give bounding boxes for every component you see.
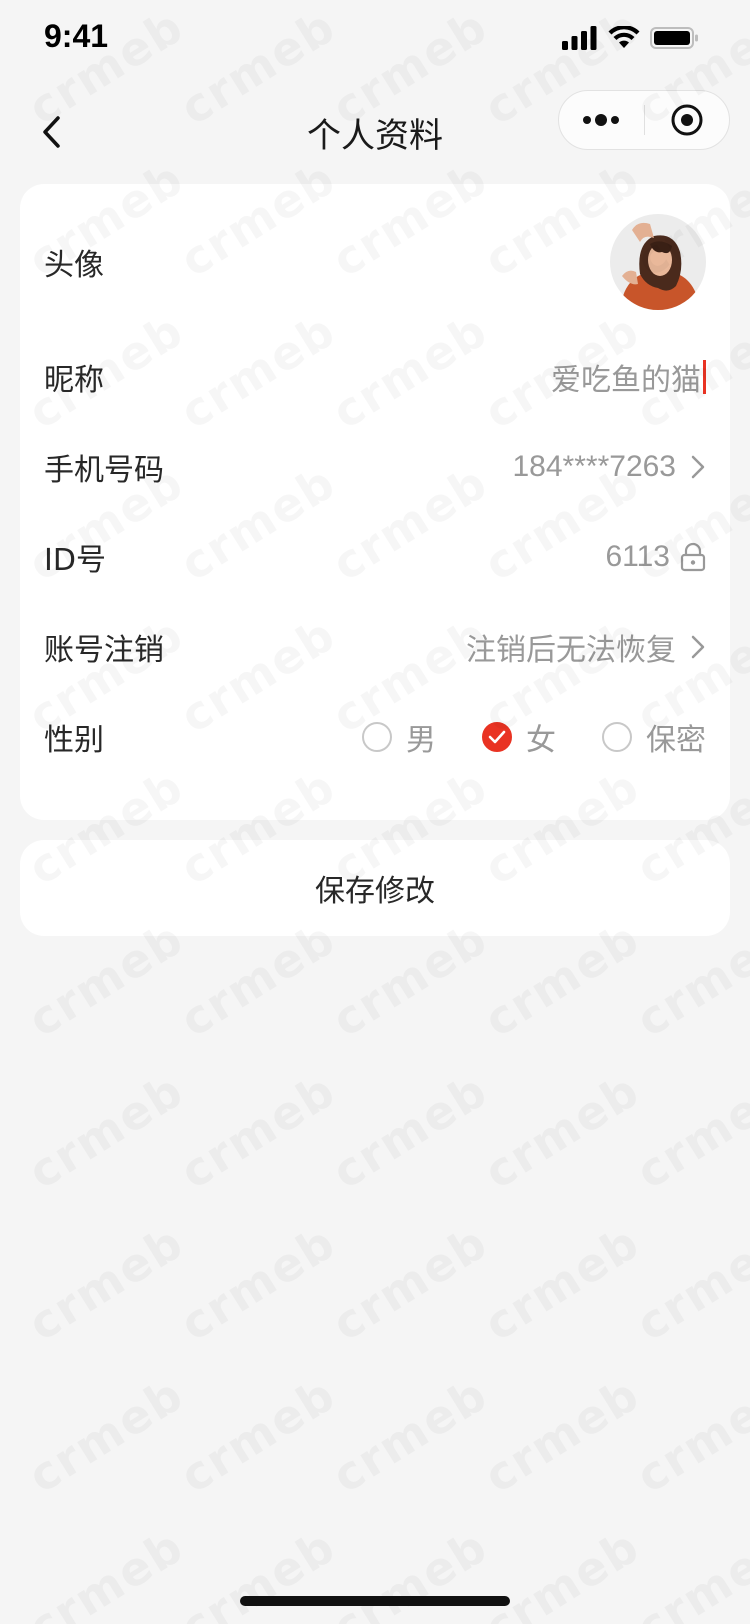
watermark-text: crmeb xyxy=(171,1519,345,1624)
status-time: 9:41 xyxy=(44,18,109,54)
watermark-text: crmeb xyxy=(323,1519,497,1624)
gender-option-female[interactable]: 女 xyxy=(482,715,556,759)
gender-option-label: 男 xyxy=(406,723,436,758)
id-value: 6113 xyxy=(605,540,670,573)
target-circle-icon xyxy=(671,104,703,136)
more-dots-icon xyxy=(583,114,620,126)
watermark-text: crmeb xyxy=(323,1367,497,1504)
nickname-field-wrap: 爱吃鱼的猫 xyxy=(551,355,706,399)
watermark-text: crmeb xyxy=(475,1367,649,1504)
gender-radio-group: 男 女 保密 xyxy=(362,715,706,759)
phone-row[interactable]: 手机号码 184****7263 xyxy=(20,422,730,512)
watermark-text: crmeb xyxy=(19,1367,193,1504)
avatar-label: 头像 xyxy=(44,248,104,283)
watermark-text: crmeb xyxy=(475,1063,649,1200)
phone-value: 184****7263 xyxy=(512,450,677,483)
nav-bar: 个人资料 xyxy=(0,88,750,176)
status-icons xyxy=(562,26,700,50)
watermark-text: crmeb xyxy=(171,1215,345,1352)
watermark-text: crmeb xyxy=(19,1215,193,1352)
gender-option-label: 女 xyxy=(526,723,556,758)
profile-screen: 9:41 个人资料 头像 昵称 爱吃鱼的猫 手机号码 184****7263 I… xyxy=(0,0,750,1624)
text-cursor xyxy=(703,360,706,394)
nickname-row: 昵称 爱吃鱼的猫 xyxy=(20,332,730,422)
chevron-right-icon xyxy=(691,635,705,659)
phone-right: 184****7263 xyxy=(513,450,707,484)
watermark-text: crmeb xyxy=(171,1063,345,1200)
nickname-field[interactable]: 爱吃鱼的猫 xyxy=(551,355,701,399)
watermark-text: crmeb xyxy=(19,1519,193,1624)
more-button[interactable] xyxy=(559,91,644,149)
watermark-text: crmeb xyxy=(171,1367,345,1504)
chevron-right-icon xyxy=(691,455,705,479)
avatar[interactable] xyxy=(610,214,706,310)
checkmark-icon xyxy=(488,730,506,744)
radio-checked-icon xyxy=(482,722,512,752)
watermark-text: crmeb xyxy=(475,1519,649,1624)
gender-option-secret[interactable]: 保密 xyxy=(602,715,706,759)
gender-option-label: 保密 xyxy=(646,723,706,758)
id-right: 6113 xyxy=(605,540,706,574)
account-cancel-value: 注销后无法恢复 xyxy=(466,633,676,668)
avatar-row[interactable]: 头像 xyxy=(20,208,730,316)
save-button[interactable]: 保存修改 xyxy=(20,840,730,936)
nickname-label: 昵称 xyxy=(44,363,104,398)
account-cancel-right: 注销后无法恢复 xyxy=(466,625,706,669)
watermark-text: crmeb xyxy=(323,1215,497,1352)
watermark-text: crmeb xyxy=(627,1519,750,1624)
gender-row: 性别 男 女 保密 xyxy=(20,692,730,782)
account-cancel-label: 账号注销 xyxy=(44,633,164,668)
id-label: ID号 xyxy=(44,543,106,578)
lock-icon xyxy=(680,542,706,572)
account-cancel-row[interactable]: 账号注销 注销后无法恢复 xyxy=(20,602,730,692)
profile-card: 头像 昵称 爱吃鱼的猫 手机号码 184****7263 ID号 6113 账号… xyxy=(20,184,730,820)
status-bar: 9:41 xyxy=(0,0,750,88)
radio-unchecked-icon xyxy=(362,722,392,752)
watermark-text: crmeb xyxy=(323,1063,497,1200)
watermark-text: crmeb xyxy=(627,1063,750,1200)
signal-icon xyxy=(562,26,597,50)
wifi-icon xyxy=(608,26,640,48)
watermark-text: crmeb xyxy=(19,1063,193,1200)
close-miniprogram-button[interactable] xyxy=(645,91,730,149)
watermark-text: crmeb xyxy=(627,1215,750,1352)
id-row: ID号 6113 xyxy=(20,512,730,602)
mini-program-capsule xyxy=(558,90,730,150)
watermark-text: crmeb xyxy=(627,1367,750,1504)
gender-option-male[interactable]: 男 xyxy=(362,715,436,759)
battery-icon xyxy=(650,27,698,49)
gender-label: 性别 xyxy=(44,723,104,758)
home-indicator xyxy=(240,1596,510,1606)
avatar-image xyxy=(610,214,706,310)
phone-label: 手机号码 xyxy=(44,453,164,488)
radio-unchecked-icon xyxy=(602,722,632,752)
watermark-text: crmeb xyxy=(475,1215,649,1352)
